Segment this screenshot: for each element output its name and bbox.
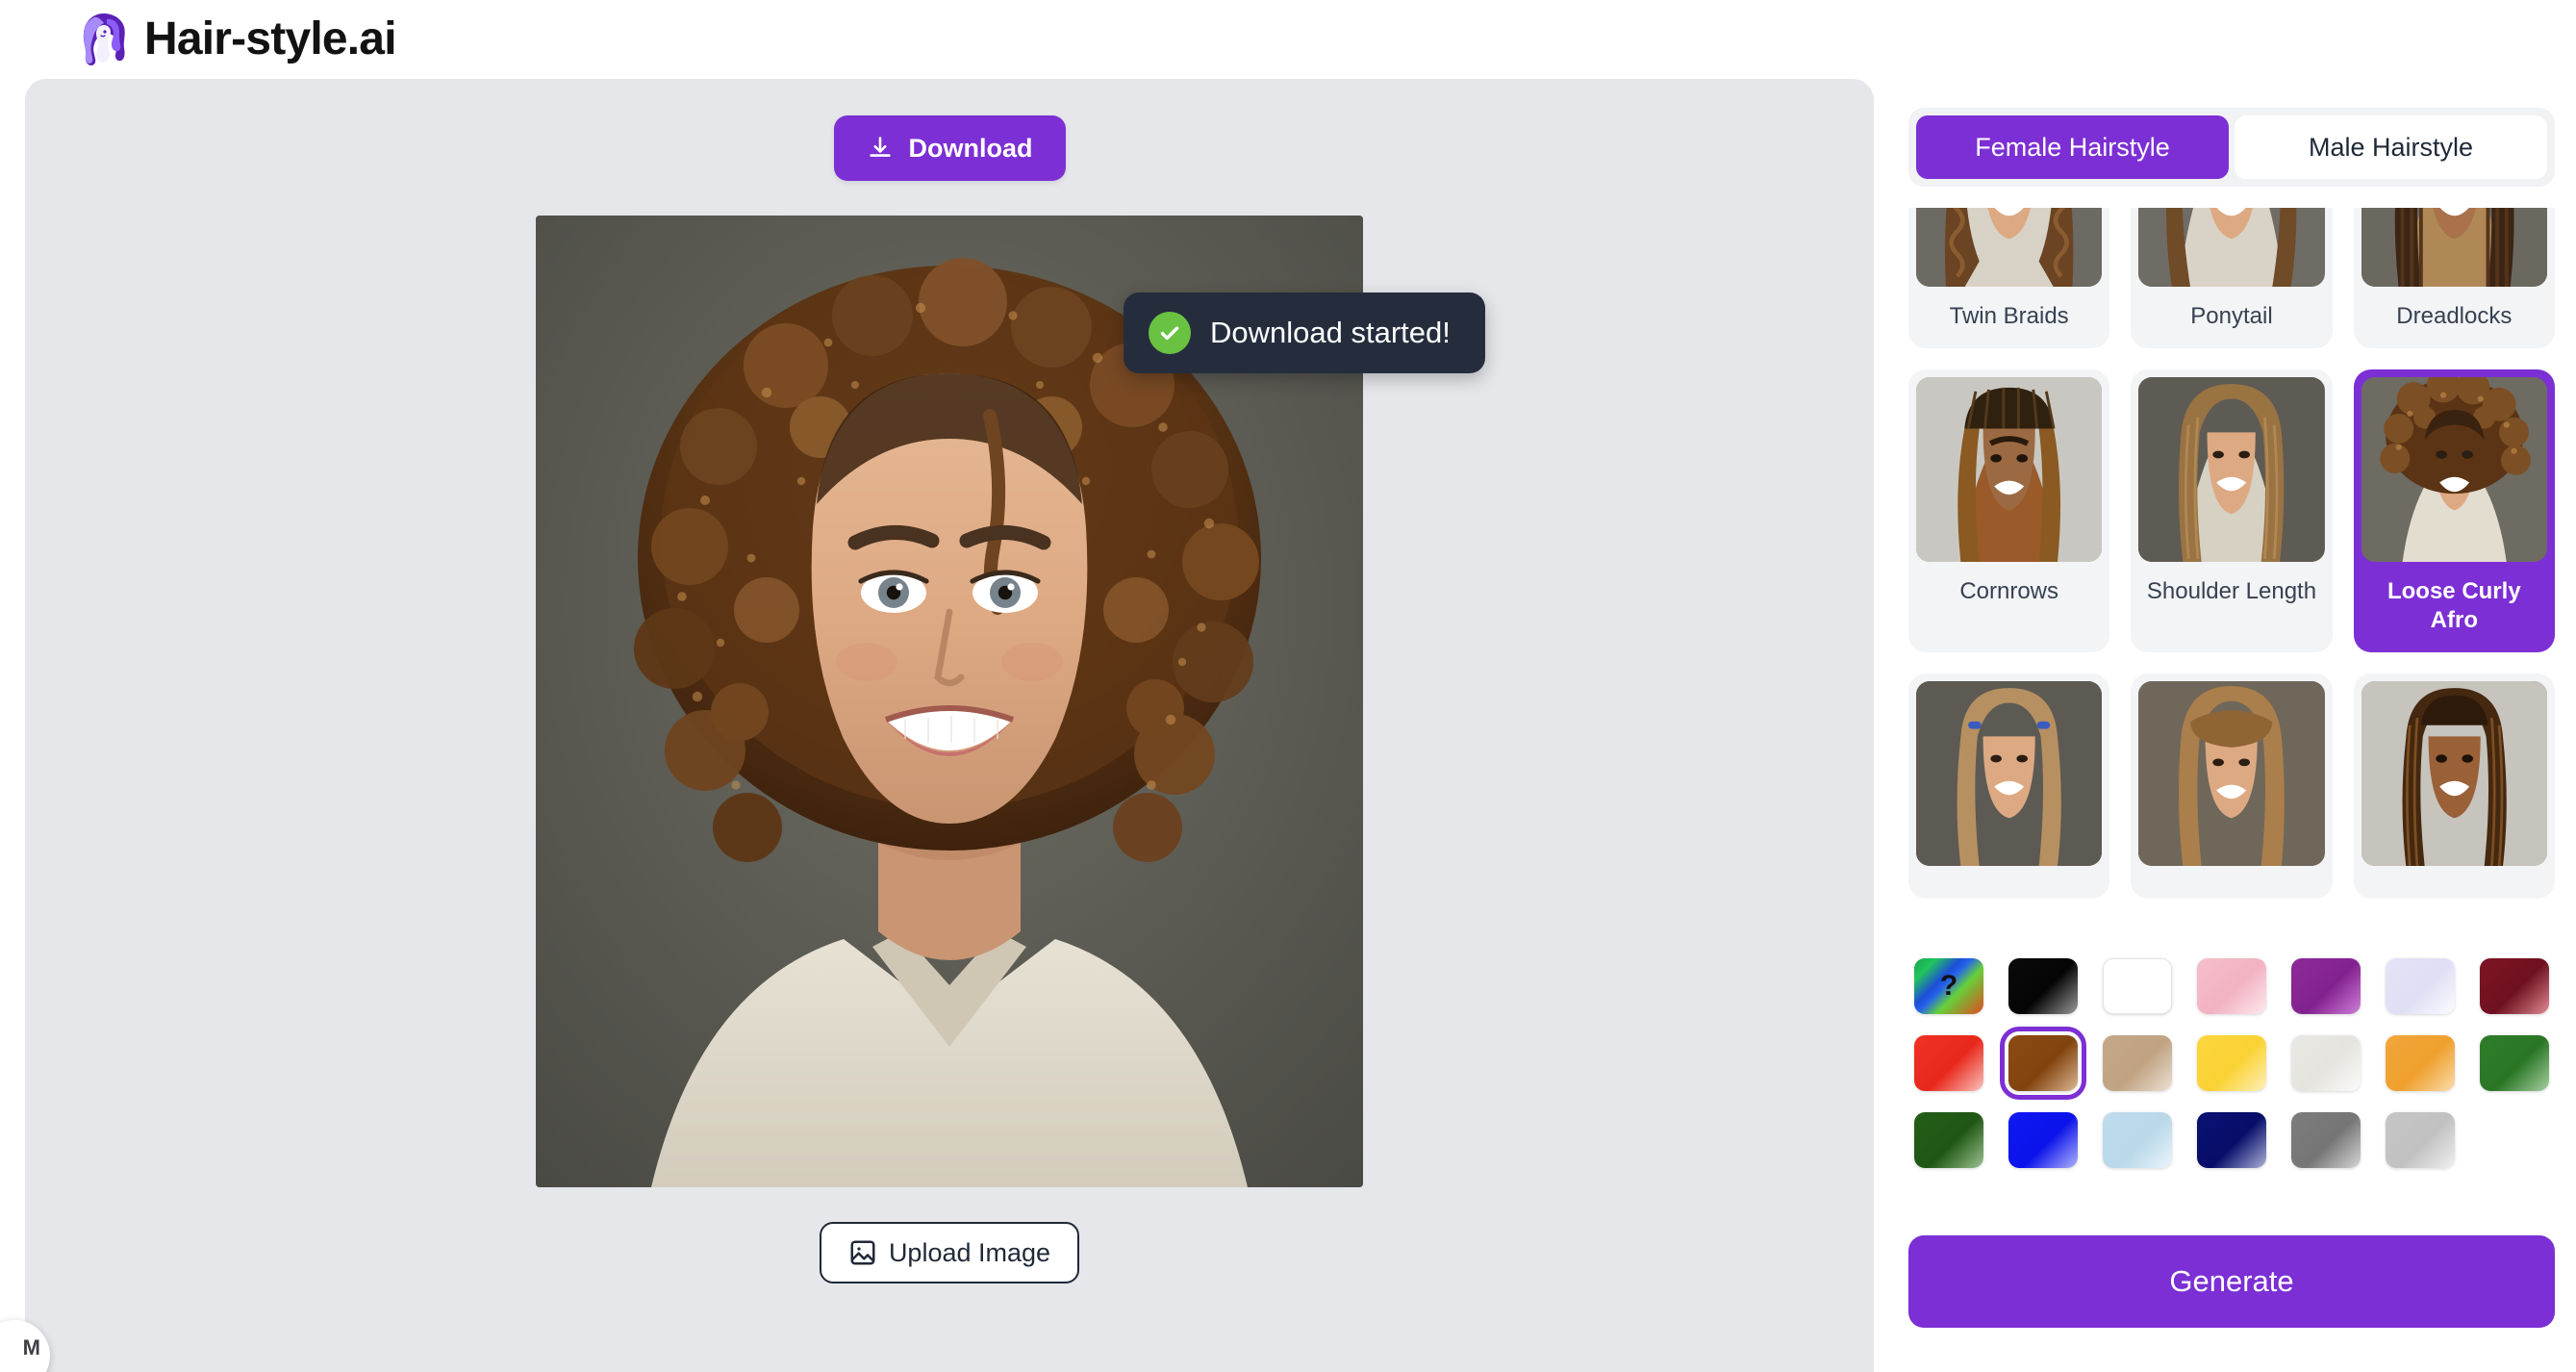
hairstyle-label: [2450, 866, 2458, 899]
color-swatch-lavender[interactable]: [2386, 958, 2455, 1014]
color-swatch-blue[interactable]: [2008, 1112, 2078, 1168]
cornrows-thumb: [1916, 377, 2103, 562]
tab-female-hairstyle[interactable]: Female Hairstyle: [1916, 115, 2229, 179]
download-button-label: Download: [908, 133, 1033, 163]
hairstyle-label: Loose Curly Afro: [2387, 578, 2521, 633]
ponytail-thumb: [2138, 208, 2325, 287]
color-swatch-light-blue[interactable]: [2103, 1112, 2172, 1168]
color-swatch-tan[interactable]: [2103, 1035, 2172, 1091]
box-braids-thumb: [2361, 681, 2547, 866]
gender-tab-switch: Female Hairstyle Male Hairstyle: [1908, 108, 2555, 187]
color-swatch-purple[interactable]: [2291, 958, 2361, 1014]
hairstyle-card-shoulder-length[interactable]: Shoulder Length: [2131, 369, 2333, 652]
hairstyle-grid: Twin Braids Ponytail Dreadlocks Cornrows…: [1908, 208, 2555, 899]
hairstyle-label: Cornrows: [1959, 578, 2059, 604]
preview-panel: Download Upload Image Download started!: [25, 79, 1874, 1372]
color-swatch-brown[interactable]: [2000, 1027, 2086, 1100]
shoulder-length-thumb: [2138, 377, 2325, 562]
color-swatch-gray[interactable]: [2291, 1112, 2361, 1168]
woman-purple-hair-logo-icon: [75, 12, 127, 67]
main-layout: Download Upload Image Download started! …: [0, 79, 2576, 1372]
hairstyle-card-box-braids[interactable]: [2353, 673, 2555, 899]
check-circle-icon: [1149, 312, 1191, 354]
upload-image-button[interactable]: Upload Image: [819, 1222, 1080, 1283]
hairstyle-label: Shoulder Length: [2146, 578, 2317, 604]
color-swatch-dark-green[interactable]: [1914, 1112, 1983, 1168]
color-swatch-green[interactable]: [2480, 1035, 2549, 1091]
color-swatch-off-white[interactable]: [2291, 1035, 2361, 1091]
hairstyle-card-dreadlocks[interactable]: Dreadlocks: [2353, 208, 2555, 348]
hair-color-swatches: ?: [1908, 958, 2555, 1168]
bangs-thumb: [2138, 681, 2325, 866]
hairstyle-card-twin-braids[interactable]: Twin Braids: [1908, 208, 2110, 348]
generate-button[interactable]: Generate: [1908, 1235, 2555, 1328]
hairstyle-card-ponytail[interactable]: Ponytail: [2131, 208, 2333, 348]
color-swatch-pink[interactable]: [2197, 958, 2266, 1014]
dreadlocks-thumb: [2361, 208, 2547, 287]
image-icon: [848, 1238, 877, 1267]
loose-curly-afro-thumb: [2361, 377, 2547, 562]
color-swatch-white[interactable]: [2103, 958, 2172, 1014]
color-swatch-light-gray[interactable]: [2386, 1112, 2455, 1168]
color-swatch-dark-red[interactable]: [2480, 958, 2549, 1014]
twin-braids-thumb: [1916, 208, 2103, 287]
toast-message: Download started!: [1210, 316, 1451, 349]
hairstyle-card-cornrows[interactable]: Cornrows: [1908, 369, 2110, 652]
hairstyle-label: [2006, 866, 2013, 899]
color-swatch-red[interactable]: [1914, 1035, 1983, 1091]
hairstyle-label: Dreadlocks: [2396, 303, 2513, 329]
download-button[interactable]: Download: [833, 115, 1066, 181]
upload-button-label: Upload Image: [888, 1237, 1051, 1267]
color-swatch-navy[interactable]: [2197, 1112, 2266, 1168]
color-swatch-random[interactable]: ?: [1914, 958, 1983, 1014]
app-header: Hair-style.ai: [0, 0, 2576, 79]
pigtails-thumb: [1916, 681, 2103, 866]
hairstyle-card-pigtails[interactable]: [1908, 673, 2110, 899]
hairstyle-label: Ponytail: [2190, 303, 2273, 329]
download-toast: Download started!: [1124, 292, 1485, 373]
hairstyle-card-bangs[interactable]: [2131, 673, 2333, 899]
random-color-label: ?: [1939, 970, 1958, 1002]
color-swatch-yellow[interactable]: [2197, 1035, 2266, 1091]
hairstyle-card-loose-curly-afro[interactable]: Loose Curly Afro: [2353, 369, 2555, 652]
hairstyle-label: [2228, 866, 2235, 899]
hairstyle-label: Twin Braids: [1949, 303, 2069, 329]
color-swatch-orange[interactable]: [2386, 1035, 2455, 1091]
hairstyle-list-scroll[interactable]: Twin Braids Ponytail Dreadlocks Cornrows…: [1908, 208, 2555, 939]
page-title: Hair-style.ai: [144, 13, 397, 64]
download-icon: [867, 135, 894, 162]
controls-panel: Female Hairstyle Male Hairstyle Twin Bra…: [1887, 79, 2576, 1372]
tab-male-hairstyle[interactable]: Male Hairstyle: [2235, 115, 2547, 179]
color-swatch-black[interactable]: [2008, 958, 2078, 1014]
